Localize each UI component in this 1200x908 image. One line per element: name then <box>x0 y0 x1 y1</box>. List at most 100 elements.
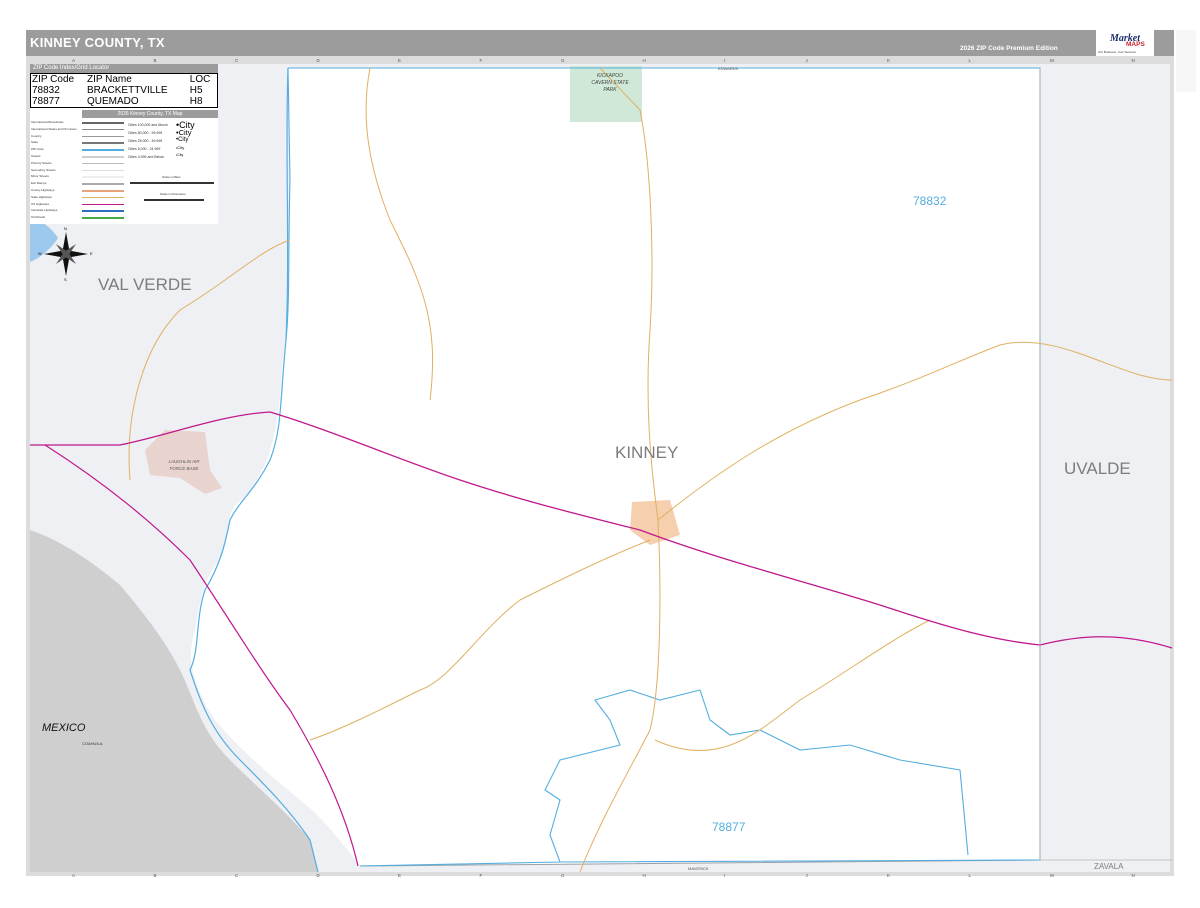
grid-column-label: N <box>1131 58 1135 63</box>
grid-column-label: A <box>72 58 76 63</box>
legend-item-swatch <box>82 162 124 165</box>
zip-label-78832[interactable]: 78832 <box>913 194 946 208</box>
legend-item-swatch <box>82 210 124 212</box>
compass-w: W <box>38 251 42 256</box>
table-header: LOC <box>189 74 211 85</box>
grid-column-label: I <box>724 58 726 63</box>
base-label: LAUGHLIN AIR FORCE BASE <box>168 459 200 471</box>
legend-item-swatch <box>82 156 124 158</box>
table-cell: BRACKETTVILLE <box>86 85 168 96</box>
table-cell: 78832 <box>32 85 60 96</box>
logo-tagline: Our Business, Your Success <box>1098 50 1136 54</box>
county-label-kinney: KINNEY <box>615 443 679 462</box>
legend-item-label: Interstate Highways <box>31 208 58 213</box>
county-label-val-verde: VAL VERDE <box>98 275 192 294</box>
legend-item-label: State <box>31 140 39 145</box>
table-row[interactable]: 78832 BRACKETTVILLE H5 <box>31 85 218 96</box>
table-cell: 78877 <box>32 96 60 107</box>
legend-item-label: Minor Streets <box>31 174 49 179</box>
grid-column-label: K <box>887 58 891 63</box>
grid-column-label: G <box>561 58 565 63</box>
zip-index-table: ZIP Code ZIP Name LOC 78832 BRACKETTVILL… <box>30 73 218 108</box>
table-header: ZIP Code <box>32 74 75 85</box>
legend-item-label: International States and Provinces <box>31 126 77 131</box>
legend-item-swatch <box>82 176 124 178</box>
logo-maps-text: MAPS <box>1126 41 1145 48</box>
legend-city-sample: •City <box>176 144 185 150</box>
table-header: ZIP Name <box>86 74 132 85</box>
scale-km-label: Scale in Kilometers <box>160 192 186 196</box>
legend-title: 2026 Kinney County, TX Map <box>82 110 218 118</box>
legend-item-swatch <box>82 183 124 185</box>
grid-column-label: G <box>561 873 565 878</box>
info-box <box>1176 30 1196 92</box>
grid-column-label: L <box>968 873 972 878</box>
grid-column-label: F <box>479 873 483 878</box>
grid-column-label: B <box>153 873 157 878</box>
road-label-maverick: MAVERICK <box>688 866 709 871</box>
legend-item-swatch <box>82 142 124 144</box>
table-cell: H8 <box>189 96 203 107</box>
grid-column-label: B <box>153 58 157 63</box>
legend-item-swatch <box>82 128 124 131</box>
edition-label: 2026 ZIP Code Premium Edition <box>960 45 1058 52</box>
grid-column-label: H <box>642 58 646 63</box>
legend-item-swatch <box>82 196 124 199</box>
county-label-zavala: ZAVALA <box>1094 862 1124 871</box>
grid-column-label: J <box>805 58 808 63</box>
legend-item-label: ZIP Code <box>31 147 44 152</box>
country-label-mexico: MEXICO <box>42 722 86 734</box>
legend-item-swatch <box>82 122 124 124</box>
scale-miles-label: Scale in Miles <box>162 175 181 179</box>
grid-column-label: C <box>235 873 239 878</box>
zip-index-title: ZIP Code Index/Grid Locator <box>30 64 218 73</box>
grid-column-label: A <box>72 873 76 878</box>
grid-column-label: C <box>235 58 239 63</box>
map-title: KINNEY COUNTY, TX <box>30 35 165 50</box>
legend-item-label: Secondary Streets <box>31 167 56 172</box>
grid-column-label: D <box>316 58 320 63</box>
legend-city-label: Cities 50,000 - 99,999 <box>128 131 163 135</box>
legend-city-label: Cities 100,000 and Above <box>128 123 168 127</box>
road-label-edwards: EDWARDS <box>718 66 739 71</box>
table-cell: QUEMADO <box>86 96 139 107</box>
grid-column-label: M <box>1050 58 1054 63</box>
grid-column-label: M <box>1050 873 1054 878</box>
legend-item-swatch <box>82 190 124 192</box>
grid-column-label: E <box>398 58 402 63</box>
grid-column-label: E <box>398 873 402 878</box>
state-label-coahuila: COAHUILA <box>82 741 103 746</box>
legend-city-label: Cities 4,999 and Below <box>128 155 164 159</box>
legend-item-label: Exit Ramps <box>31 181 47 186</box>
table-header-row: ZIP Code ZIP Name LOC <box>31 74 218 86</box>
grid-column-label: F <box>479 58 483 63</box>
grid-column-label: H <box>642 873 646 878</box>
table-cell: H5 <box>189 85 203 96</box>
legend-item-label: State Highways <box>31 194 52 199</box>
grid-column-label: J <box>805 873 808 878</box>
compass-s: S <box>64 277 67 282</box>
legend-item-swatch <box>82 203 124 206</box>
legend-item-label: Toll Roads <box>31 215 46 220</box>
county-label-uvalde: UVALDE <box>1064 459 1131 478</box>
zip-label-78877[interactable]: 78877 <box>712 820 745 834</box>
legend-item-label: County Highways <box>31 188 55 192</box>
legend-city-sample: •City <box>176 153 184 158</box>
legend-item-label: Streets <box>31 154 41 158</box>
park-label: KICKAPOO CAVERN STATE PARK <box>591 73 629 93</box>
legend-item-swatch <box>82 135 124 138</box>
legend-item-swatch <box>82 149 124 151</box>
grid-column-label: D <box>316 873 320 878</box>
table-row[interactable]: 78877 QUEMADO H8 <box>31 96 218 108</box>
legend-city-label: Cities 5,000 - 24,999 <box>128 147 161 151</box>
grid-column-label: N <box>1131 873 1135 878</box>
legend-item-swatch <box>82 169 124 172</box>
legend-city-sample: •City <box>176 136 189 143</box>
legend-item-label: International Boundaries <box>31 120 64 124</box>
compass-e: E <box>90 251 93 256</box>
grid-column-label: K <box>887 873 891 878</box>
grid-column-label: I <box>724 873 726 878</box>
legend-item-label: Country <box>31 133 42 138</box>
compass-n: N <box>64 226 67 231</box>
grid-column-label: L <box>968 58 972 63</box>
